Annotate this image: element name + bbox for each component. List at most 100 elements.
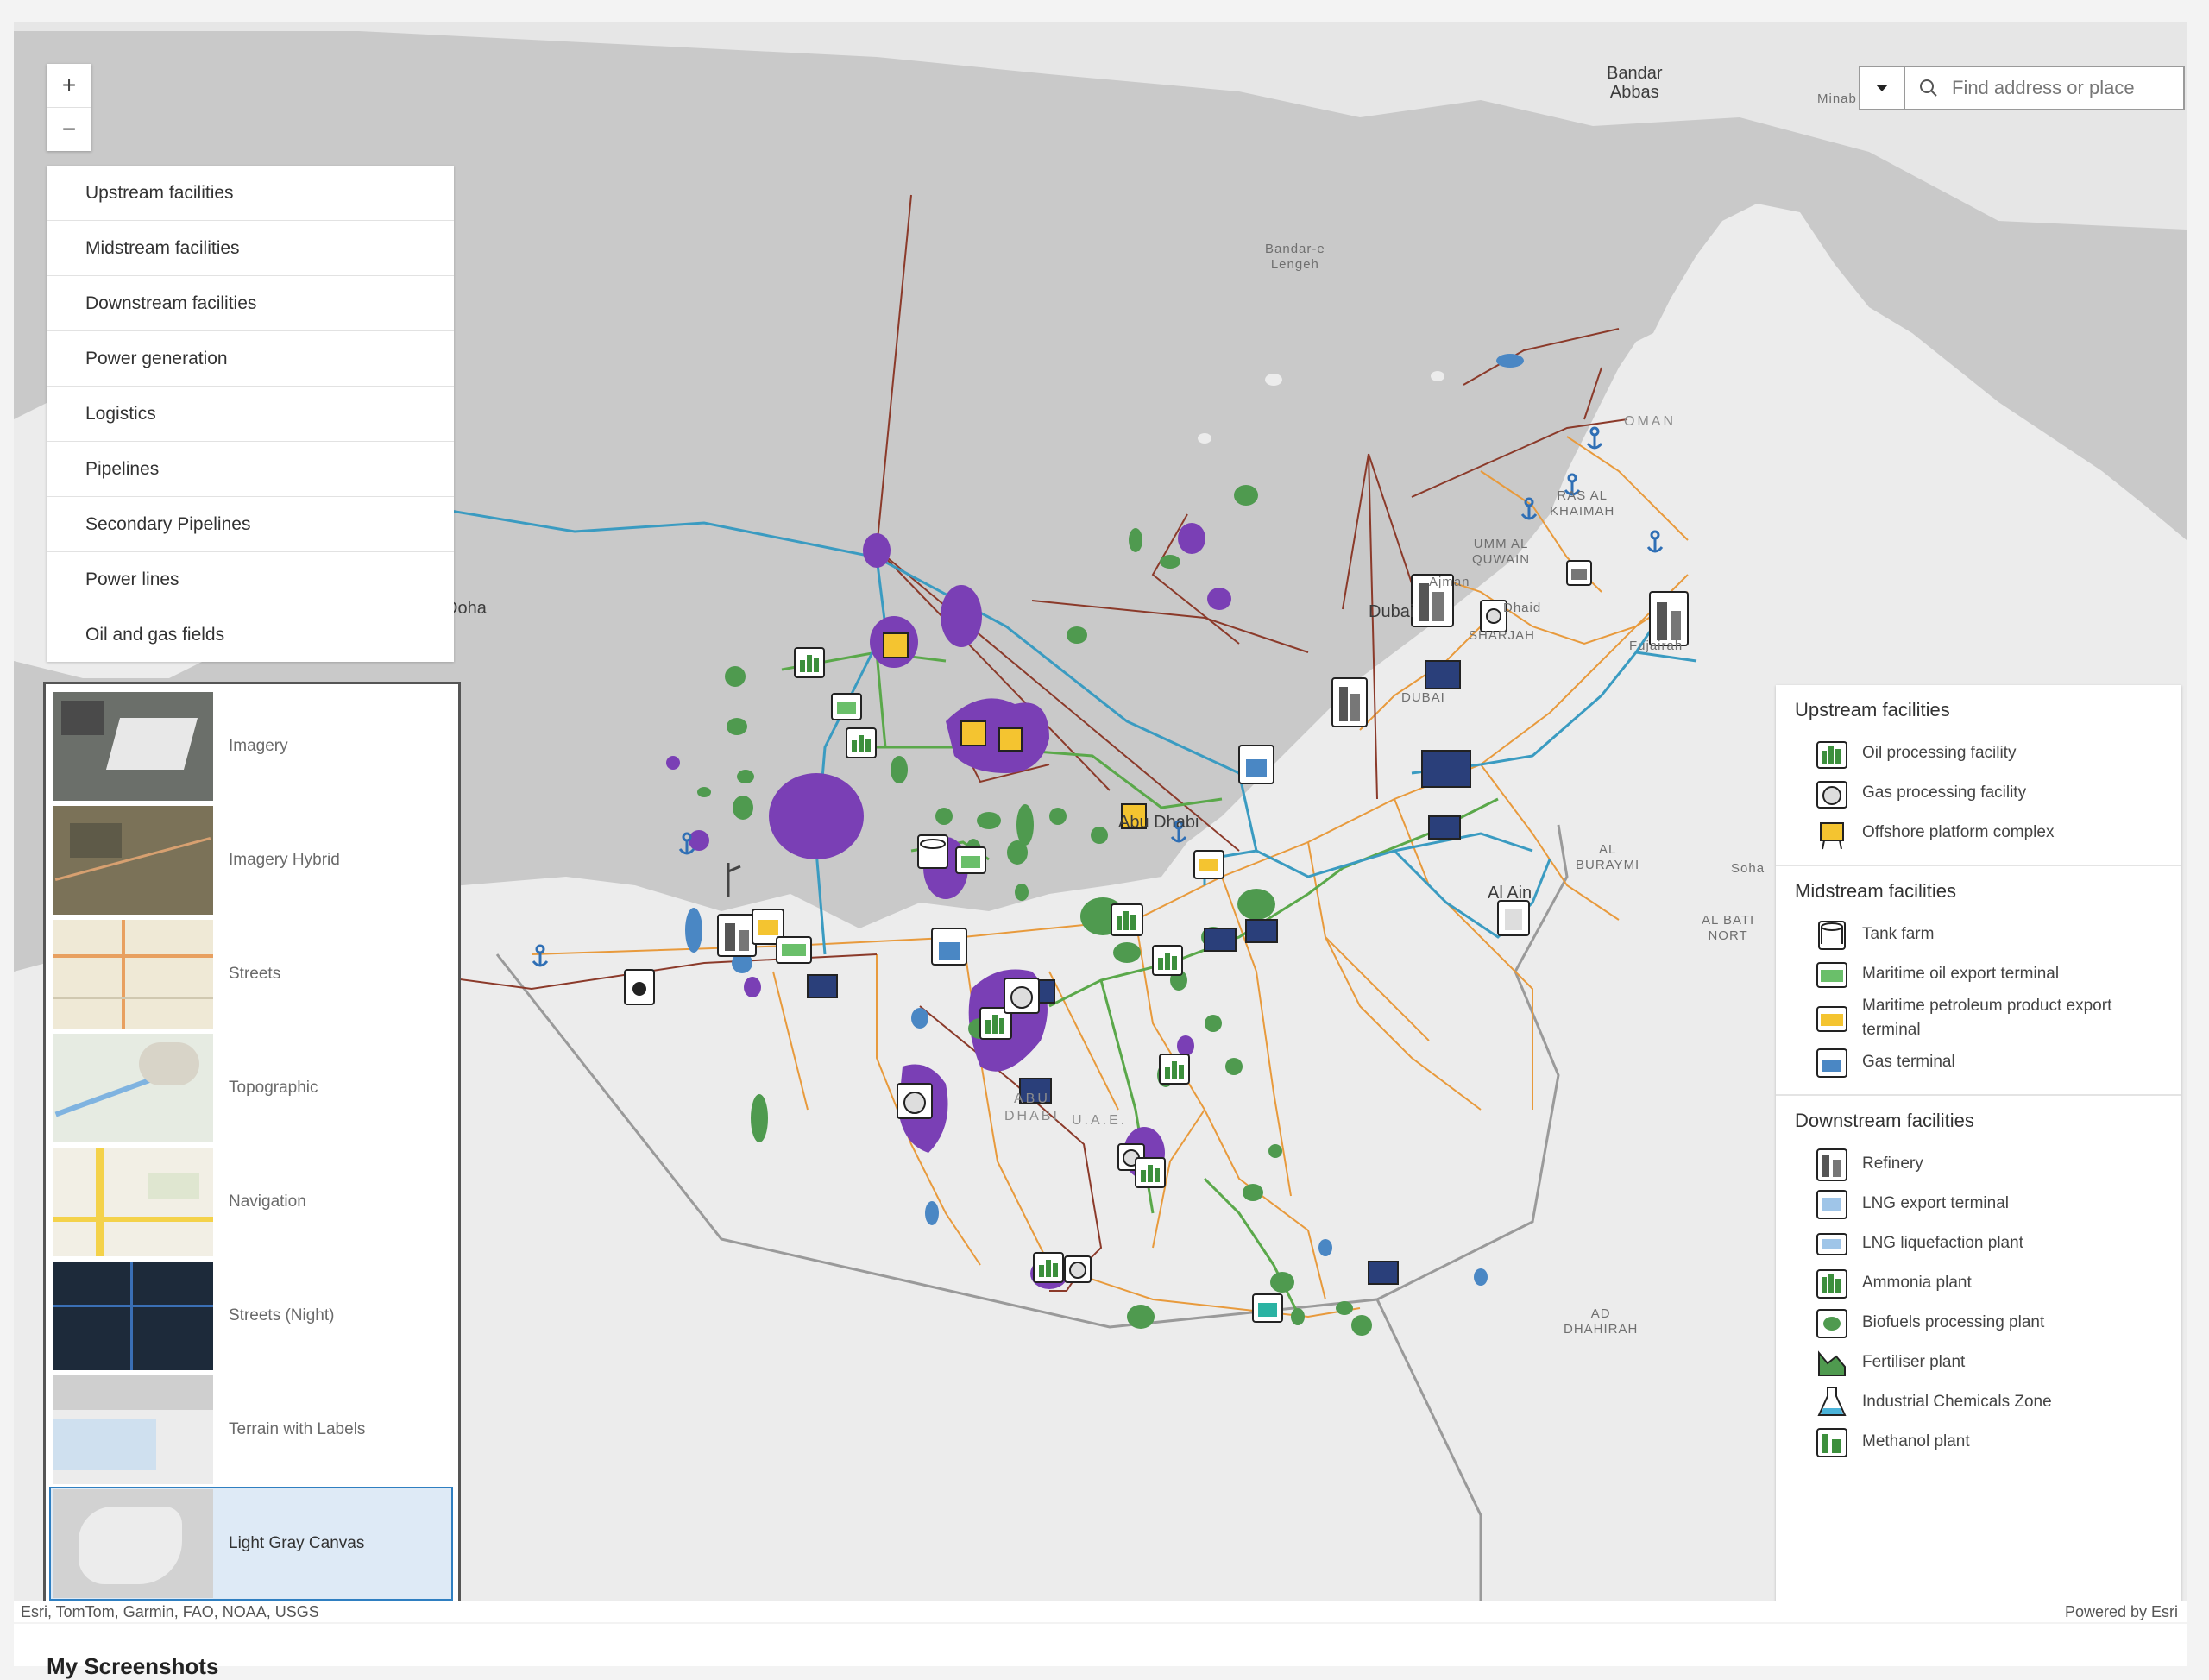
legend-panel: Upstream facilities Oil processing facil…	[1776, 685, 2181, 1601]
basemap-thumbnail	[53, 1148, 213, 1256]
basemap-label: Topographic	[229, 1079, 318, 1097]
layer-item-power-generation[interactable]: Power generation	[47, 331, 454, 387]
legend-item: Fertiliser plant	[1795, 1343, 2162, 1382]
legend-item-label: Biofuels processing plant	[1862, 1313, 2045, 1331]
place-al-buraymi: AL BURAYMI	[1576, 842, 1640, 872]
basemap-label: Navigation	[229, 1192, 306, 1211]
legend-section-title: Downstream facilities	[1795, 1110, 1974, 1131]
legend-item: Maritime oil export terminal	[1795, 954, 2162, 994]
offshore-platform-icon	[1820, 822, 1844, 850]
legend-item: Refinery	[1795, 1144, 2162, 1184]
biofuels-icon	[1816, 1309, 1847, 1338]
legend-item: Oil processing facility	[1795, 733, 2162, 773]
legend-section-downstream: Downstream facilities Refinery LNG expor…	[1776, 1096, 2181, 1474]
legend-item-label: LNG liquefaction plant	[1862, 1234, 2023, 1252]
ammonia-plant-icon	[1816, 1269, 1847, 1299]
layer-item-pipelines[interactable]: Pipelines	[47, 442, 454, 497]
legend-item-label: Ammonia plant	[1862, 1274, 1972, 1292]
legend-item-label: Refinery	[1862, 1155, 1923, 1173]
basemap-label: Streets (Night)	[229, 1306, 335, 1324]
basemap-navigation[interactable]: Navigation	[51, 1147, 451, 1257]
place-ad-dhahirah: AD DHAHIRAH	[1564, 1306, 1639, 1337]
legend-item-label: Methanol plant	[1862, 1432, 1970, 1450]
maritime-petroleum-terminal-icon	[1816, 1006, 1847, 1032]
zoom-in-button[interactable]: +	[47, 64, 91, 107]
basemap-gallery: Imagery Imagery Hybrid Streets Topograph…	[43, 682, 461, 1601]
fertiliser-icon	[1818, 1350, 1846, 1376]
legend-item: Maritime petroleum product export termin…	[1795, 994, 2162, 1042]
legend-item-label: LNG export terminal	[1862, 1194, 2010, 1212]
place-oman: OMAN	[1624, 414, 1676, 429]
legend-section-title: Upstream facilities	[1795, 699, 1950, 720]
place-fujairah: Fujairah	[1629, 639, 1683, 653]
basemap-imagery[interactable]: Imagery	[51, 691, 451, 802]
powered-by[interactable]: Powered by Esri	[2065, 1603, 2178, 1621]
basemap-thumbnail	[53, 920, 213, 1029]
search-icon	[1920, 79, 1937, 97]
basemap-streets[interactable]: Streets	[51, 919, 451, 1029]
legend-section-title: Midstream facilities	[1795, 880, 1957, 902]
legend-section-midstream: Midstream facilities Tank farm Maritime …	[1776, 866, 2181, 1096]
lng-liquefaction-icon	[1816, 1233, 1847, 1255]
flask-icon	[1817, 1387, 1847, 1416]
basemap-streets-night[interactable]: Streets (Night)	[51, 1261, 451, 1371]
attribution-sources: Esri, TomTom, Garmin, FAO, NOAA, USGS	[21, 1603, 319, 1620]
place-al-ain: Al Ain	[1488, 884, 1532, 903]
map-view[interactable]: Bandar Abbas Minab Bandar-e Lengeh OMAN Do…	[14, 22, 2187, 1601]
place-abu-dhabi-region: ABU DHABI	[1004, 1092, 1060, 1123]
refinery-icon	[1816, 1148, 1847, 1181]
gas-terminal-icon	[1816, 1048, 1847, 1078]
basemap-thumbnail	[53, 1034, 213, 1142]
legend-item: LNG export terminal	[1795, 1184, 2162, 1224]
legend-item-label: Oil processing facility	[1862, 744, 2017, 762]
legend-item: Tank farm	[1795, 915, 2162, 954]
basemap-terrain-labels[interactable]: Terrain with Labels	[51, 1375, 451, 1485]
place-uae: U.A.E.	[1072, 1113, 1128, 1128]
basemap-label: Light Gray Canvas	[229, 1534, 365, 1552]
layer-item-logistics[interactable]: Logistics	[47, 387, 454, 442]
legend-item: Offshore platform complex	[1795, 813, 2162, 853]
legend-item: Industrial Chemicals Zone	[1795, 1382, 2162, 1422]
gas-processing-icon	[1816, 781, 1847, 809]
place-umm-al-quwain: UMM AL QUWAIN	[1472, 537, 1531, 567]
maritime-oil-terminal-icon	[1816, 962, 1847, 988]
basemap-light-gray-canvas[interactable]: Light Gray Canvas	[49, 1487, 453, 1601]
oil-processing-icon	[1816, 741, 1847, 769]
zoom-out-button[interactable]: −	[47, 107, 91, 151]
place-dhaid: Dhaid	[1503, 601, 1542, 615]
basemap-thumbnail	[53, 1489, 213, 1598]
legend-item: Methanol plant	[1795, 1422, 2162, 1462]
legend-section-upstream: Upstream facilities Oil processing facil…	[1776, 685, 2181, 866]
layer-item-power-lines[interactable]: Power lines	[47, 552, 454, 607]
search-input[interactable]	[1950, 76, 2169, 100]
screenshots-title: My Screenshots	[47, 1653, 219, 1679]
search-source-dropdown[interactable]	[1860, 67, 1905, 109]
basemap-label: Imagery Hybrid	[229, 851, 340, 869]
legend-item: Gas processing facility	[1795, 773, 2162, 813]
basemap-topographic[interactable]: Topographic	[51, 1033, 451, 1143]
legend-item-label: Industrial Chemicals Zone	[1862, 1393, 2052, 1411]
legend-item: Gas terminal	[1795, 1042, 2162, 1082]
basemap-imagery-hybrid[interactable]: Imagery Hybrid	[51, 805, 451, 916]
layer-item-oil-gas-fields[interactable]: Oil and gas fields	[47, 607, 454, 662]
legend-item-label: Maritime oil export terminal	[1862, 965, 2060, 983]
layer-item-downstream[interactable]: Downstream facilities	[47, 276, 454, 331]
lng-export-icon	[1816, 1190, 1847, 1219]
place-abu-dhabi: Abu Dhabi	[1118, 813, 1199, 832]
layer-item-secondary-pipelines[interactable]: Secondary Pipelines	[47, 497, 454, 552]
place-ajman: Ajman	[1429, 575, 1470, 589]
basemap-label: Imagery	[229, 737, 288, 755]
basemap-thumbnail	[53, 1375, 213, 1484]
legend-item-label: Gas terminal	[1862, 1053, 1955, 1071]
place-al-batinah: AL BATI NORT	[1702, 913, 1755, 943]
methanol-icon	[1816, 1428, 1847, 1457]
layer-item-upstream[interactable]: Upstream facilities	[47, 166, 454, 221]
legend-item-label: Gas processing facility	[1862, 783, 2027, 802]
place-ras-al-khaimah: RAS AL KHAIMAH	[1550, 488, 1615, 519]
layer-item-midstream[interactable]: Midstream facilities	[47, 221, 454, 276]
legend-item-label: Fertiliser plant	[1862, 1353, 1966, 1371]
place-minab: Minab	[1817, 91, 1857, 106]
place-sharjah: SHARJAH	[1469, 628, 1536, 643]
search-widget	[1859, 66, 2185, 110]
map-attribution: Esri, TomTom, Garmin, FAO, NOAA, USGS Po…	[14, 1601, 2187, 1622]
